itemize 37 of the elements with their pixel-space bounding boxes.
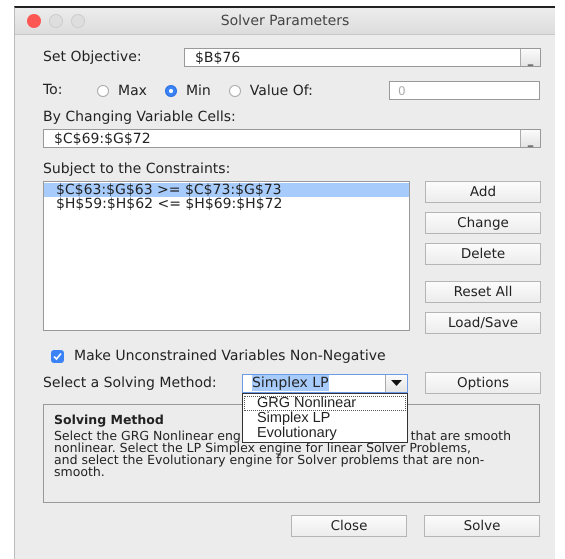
dialog-button[interactable]: Solve (424, 515, 540, 537)
reference-button[interactable]: _ (520, 130, 540, 147)
field-label: Select a Solving Method: (43, 376, 218, 390)
dropdown-option[interactable]: GRG Nonlinear (244, 396, 406, 410)
action-button[interactable]: Add (425, 181, 541, 203)
description-text: and select the Evolutionary engine for Solver problems that are non- (54, 454, 484, 466)
input-field[interactable]: $B$76 _ (184, 48, 541, 67)
constraint-item[interactable]: $C$63:$G$63 >= $C$73:$G$73 (44, 183, 409, 197)
reference-button[interactable]: _ (520, 49, 540, 66)
panel-title: Solving Method (54, 412, 164, 427)
checkbox[interactable] (51, 350, 64, 363)
window-title: Solver Parameters (220, 13, 350, 29)
field-label: To: (43, 83, 64, 98)
radio-option[interactable]: Value Of: (228, 82, 313, 98)
dropdown-option[interactable]: Evolutionary (244, 426, 406, 440)
description-text: that are smooth (410, 430, 511, 442)
field-label: By Changing Variable Cells: (43, 109, 236, 125)
action-button[interactable]: Reset All (425, 281, 541, 303)
radio-option[interactable]: Max (97, 82, 147, 98)
description-text: smooth. (54, 466, 105, 478)
action-button[interactable]: Change (425, 212, 541, 234)
dialog-button[interactable]: Close (291, 515, 407, 537)
description-text: Select the GRG Nonlinear eng (54, 430, 241, 442)
action-button[interactable]: Load/Save (425, 312, 541, 334)
field-label: Set Objective: (43, 50, 143, 65)
action-button[interactable]: Delete (425, 243, 541, 265)
caret-icon (391, 380, 402, 386)
description-text: nonlinear. Select the LP Simplex engine for linear Solver Problems, (54, 442, 471, 454)
checkbox-label: Make Unconstrained Variables Non-Negative (74, 349, 386, 364)
close-icon[interactable] (27, 14, 41, 28)
input-field[interactable]: $C$69:$G$72 _ (43, 129, 541, 148)
options-button[interactable]: Options (425, 372, 541, 394)
method-dropdown[interactable]: Simplex LP (242, 374, 408, 392)
constraint-item[interactable]: $H$59:$H$62 <= $H$69:$H$72 (44, 197, 409, 211)
section-label: Subject to the Constraints: (43, 161, 230, 177)
radio-option[interactable]: Min (164, 82, 211, 98)
dropdown-option[interactable]: Simplex LP (244, 410, 406, 426)
